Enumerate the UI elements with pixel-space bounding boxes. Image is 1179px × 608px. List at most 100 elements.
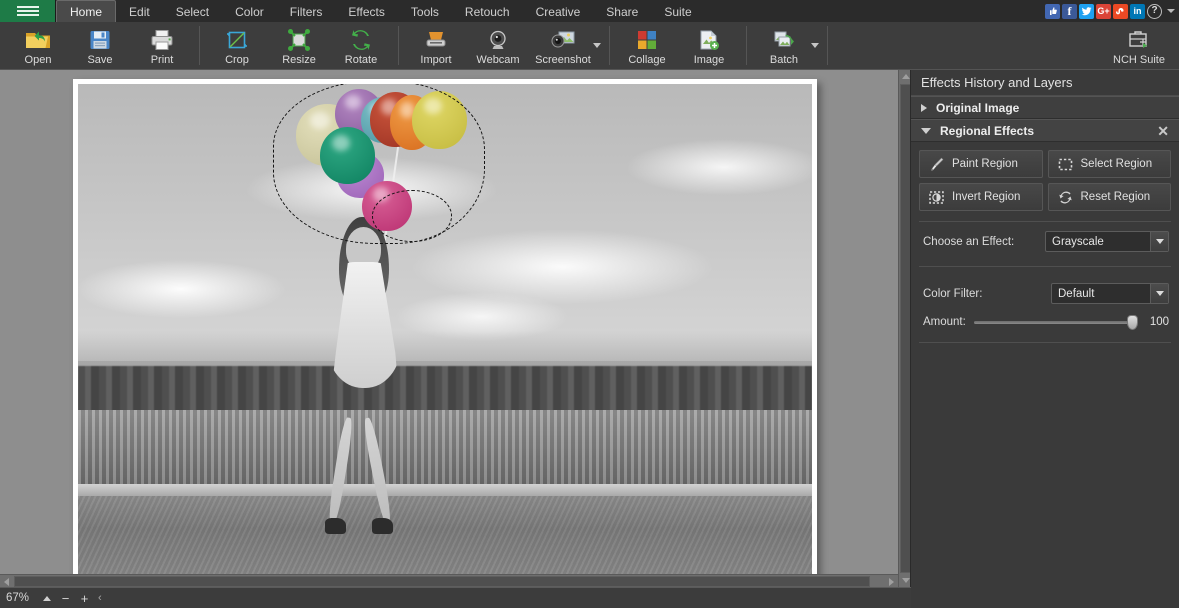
hamburger-line — [17, 10, 39, 12]
tab-label: Tools — [411, 5, 439, 19]
stumbleupon-icon[interactable] — [1113, 4, 1128, 19]
tab-retouch[interactable]: Retouch — [452, 1, 523, 22]
ribbon-separator — [609, 26, 610, 65]
status-left-chevron-icon[interactable]: ‹ — [94, 592, 102, 604]
tab-label: Color — [235, 5, 264, 19]
amount-slider-handle[interactable] — [1127, 315, 1138, 330]
resize-button[interactable]: Resize — [268, 22, 330, 69]
webcam-button[interactable]: Webcam — [467, 22, 529, 69]
photo-frame — [73, 79, 817, 583]
effect-row: Choose an Effect: Grayscale — [919, 222, 1171, 252]
chevron-down-icon[interactable] — [1150, 232, 1168, 251]
caret-down-icon — [902, 578, 910, 583]
invert-region-button[interactable]: Invert Region — [919, 183, 1043, 211]
section-original-image[interactable]: Original Image — [911, 96, 1179, 119]
image-canvas-area[interactable] — [0, 70, 898, 587]
hamburger-menu-button[interactable] — [0, 0, 56, 22]
woman-shoe-left — [325, 518, 346, 534]
ribbon-group-batch: Batch — [753, 22, 821, 69]
close-icon[interactable]: ✕ — [1157, 124, 1169, 138]
screenshot-dropdown-arrow-icon[interactable] — [593, 43, 601, 48]
screenshot-icon — [550, 27, 576, 53]
ribbon-separator — [746, 26, 747, 65]
section-label: Regional Effects — [940, 124, 1034, 138]
batch-button[interactable]: Batch — [753, 22, 815, 69]
import-button[interactable]: Import — [405, 22, 467, 69]
tab-edit[interactable]: Edit — [116, 1, 163, 22]
save-button[interactable]: Save — [69, 22, 131, 69]
woman-leg-right — [362, 417, 393, 525]
print-button[interactable]: Print — [131, 22, 193, 69]
tab-color[interactable]: Color — [222, 1, 277, 22]
chevron-right-icon — [921, 104, 927, 112]
select-region-button[interactable]: Select Region — [1048, 150, 1172, 178]
woman-dress — [327, 262, 401, 388]
effects-panel: Effects History and Layers Original Imag… — [910, 70, 1179, 608]
ribbon-group-create: Collage Image — [616, 22, 740, 69]
balloon-cluster — [287, 86, 471, 239]
add-image-icon — [697, 27, 721, 53]
zoom-in-button[interactable]: + — [75, 588, 94, 608]
canvas-horizontal-scrollbar[interactable] — [0, 574, 898, 587]
panel-title: Effects History and Layers — [911, 70, 1179, 96]
add-image-button[interactable]: Image — [678, 22, 740, 69]
chevron-down-icon[interactable] — [1150, 284, 1168, 303]
photopad-window: Home Edit Select Color Filters Effects T… — [0, 0, 1179, 608]
chevron-down-icon — [921, 128, 931, 134]
zoom-out-button[interactable]: − — [56, 588, 75, 608]
reset-arrows-icon — [1057, 189, 1074, 206]
screenshot-button[interactable]: Screenshot — [529, 22, 597, 69]
batch-icon — [772, 27, 796, 53]
facebook-icon[interactable]: f — [1062, 4, 1077, 19]
color-filter-select[interactable]: Default — [1051, 283, 1169, 304]
batch-dropdown-arrow-icon[interactable] — [811, 43, 819, 48]
ribbon-group-suite: NCH Suite — [1105, 22, 1179, 69]
tab-creative[interactable]: Creative — [523, 1, 594, 22]
tab-select[interactable]: Select — [163, 1, 222, 22]
open-folder-icon — [25, 27, 51, 53]
chevron-down-icon[interactable] — [1167, 9, 1175, 13]
thumbs-up-icon[interactable] — [1045, 4, 1060, 19]
ribbon-separator — [827, 26, 828, 65]
linkedin-icon[interactable]: in — [1130, 4, 1145, 19]
horizontal-scroll-thumb[interactable] — [14, 576, 870, 587]
divider — [919, 342, 1171, 343]
paint-region-button[interactable]: Paint Region — [919, 150, 1043, 178]
nch-suite-button[interactable]: NCH Suite — [1105, 22, 1173, 69]
dashed-square-icon — [1057, 156, 1074, 173]
collage-button[interactable]: Collage — [616, 22, 678, 69]
help-icon[interactable]: ? — [1147, 4, 1162, 19]
button-label: Resize — [282, 55, 316, 66]
crop-button[interactable]: Crop — [206, 22, 268, 69]
tab-suite[interactable]: Suite — [651, 1, 704, 22]
effect-value: Grayscale — [1052, 236, 1104, 248]
google-plus-icon[interactable]: G+ — [1096, 4, 1111, 19]
rotate-button[interactable]: Rotate — [330, 22, 392, 69]
amount-slider[interactable] — [974, 321, 1133, 324]
tab-filters[interactable]: Filters — [277, 1, 336, 22]
floppy-disk-icon — [89, 27, 111, 53]
zoom-level-label: 67% — [0, 592, 37, 604]
photo-woman — [298, 217, 430, 533]
ribbon-group-capture: Import Webcam — [405, 22, 603, 69]
button-label: Save — [87, 55, 112, 66]
tab-share[interactable]: Share — [593, 1, 651, 22]
tab-tools[interactable]: Tools — [398, 1, 452, 22]
button-label: Reset Region — [1081, 191, 1151, 203]
hamburger-line — [17, 6, 39, 8]
paintbrush-icon — [928, 156, 945, 173]
reset-region-button[interactable]: Reset Region — [1048, 183, 1172, 211]
tab-effects[interactable]: Effects — [335, 1, 397, 22]
open-button[interactable]: Open — [7, 22, 69, 69]
effect-select[interactable]: Grayscale — [1045, 231, 1169, 252]
social-share-bar: f G+ in ? — [1045, 0, 1179, 22]
section-regional-effects[interactable]: Regional Effects ✕ — [911, 119, 1179, 142]
edited-photo[interactable] — [78, 84, 812, 578]
section-label: Original Image — [936, 101, 1019, 115]
ribbon-group-transform: Crop Resize — [206, 22, 392, 69]
button-label: Crop — [225, 55, 249, 66]
button-label: Rotate — [345, 55, 377, 66]
twitter-icon[interactable] — [1079, 4, 1094, 19]
tab-home[interactable]: Home — [56, 0, 116, 22]
zoom-dropdown-button[interactable] — [37, 588, 56, 608]
